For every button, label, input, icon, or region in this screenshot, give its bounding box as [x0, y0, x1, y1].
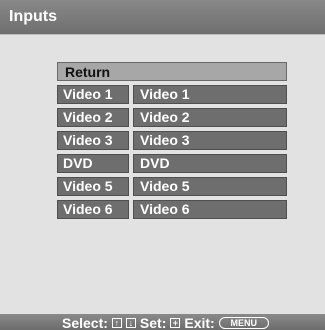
input-row-video-1[interactable]: Video 1 Video 1 [57, 85, 287, 104]
select-label: Select: [62, 315, 108, 330]
set-key-icon: + [170, 318, 181, 328]
help-bar-content: Select: ↑ ↓ Set: + Exit: MENU [62, 315, 269, 330]
inputs-screen: Inputs Return Video 1 Video 1 Video 2 Vi… [0, 0, 325, 330]
input-name-field[interactable]: Video 5 [133, 177, 287, 196]
input-row-video-3[interactable]: Video 3 Video 3 [57, 131, 287, 150]
input-source-label[interactable]: Video 3 [57, 131, 129, 150]
menu-button[interactable]: MENU [218, 317, 269, 329]
input-name-field[interactable]: Video 1 [133, 85, 287, 104]
input-source-label[interactable]: Video 2 [57, 108, 129, 127]
help-bar: Select: ↑ ↓ Set: + Exit: MENU [0, 314, 325, 330]
input-row-dvd[interactable]: DVD DVD [57, 154, 287, 173]
input-name-field[interactable]: Video 6 [133, 200, 287, 219]
input-source-label[interactable]: Video 5 [57, 177, 129, 196]
input-name-field[interactable]: Video 2 [133, 108, 287, 127]
return-button[interactable]: Return [57, 62, 287, 81]
input-row-video-5[interactable]: Video 5 Video 5 [57, 177, 287, 196]
inputs-menu: Return Video 1 Video 1 Video 2 Video 2 V… [57, 62, 287, 223]
input-name-field[interactable]: Video 3 [133, 131, 287, 150]
input-source-label[interactable]: Video 6 [57, 200, 129, 219]
page-title: Inputs [9, 8, 57, 25]
input-row-video-6[interactable]: Video 6 Video 6 [57, 200, 287, 219]
input-row-video-2[interactable]: Video 2 Video 2 [57, 108, 287, 127]
return-label: Return [65, 64, 111, 80]
input-name-field[interactable]: DVD [133, 154, 287, 173]
down-arrow-key-icon: ↓ [125, 318, 136, 328]
set-label: Set: [139, 315, 167, 330]
input-source-label[interactable]: Video 1 [57, 85, 129, 104]
title-bar: Inputs [0, 0, 325, 34]
exit-label: Exit: [184, 315, 215, 330]
input-source-label[interactable]: DVD [57, 154, 129, 173]
up-arrow-key-icon: ↑ [111, 318, 122, 328]
